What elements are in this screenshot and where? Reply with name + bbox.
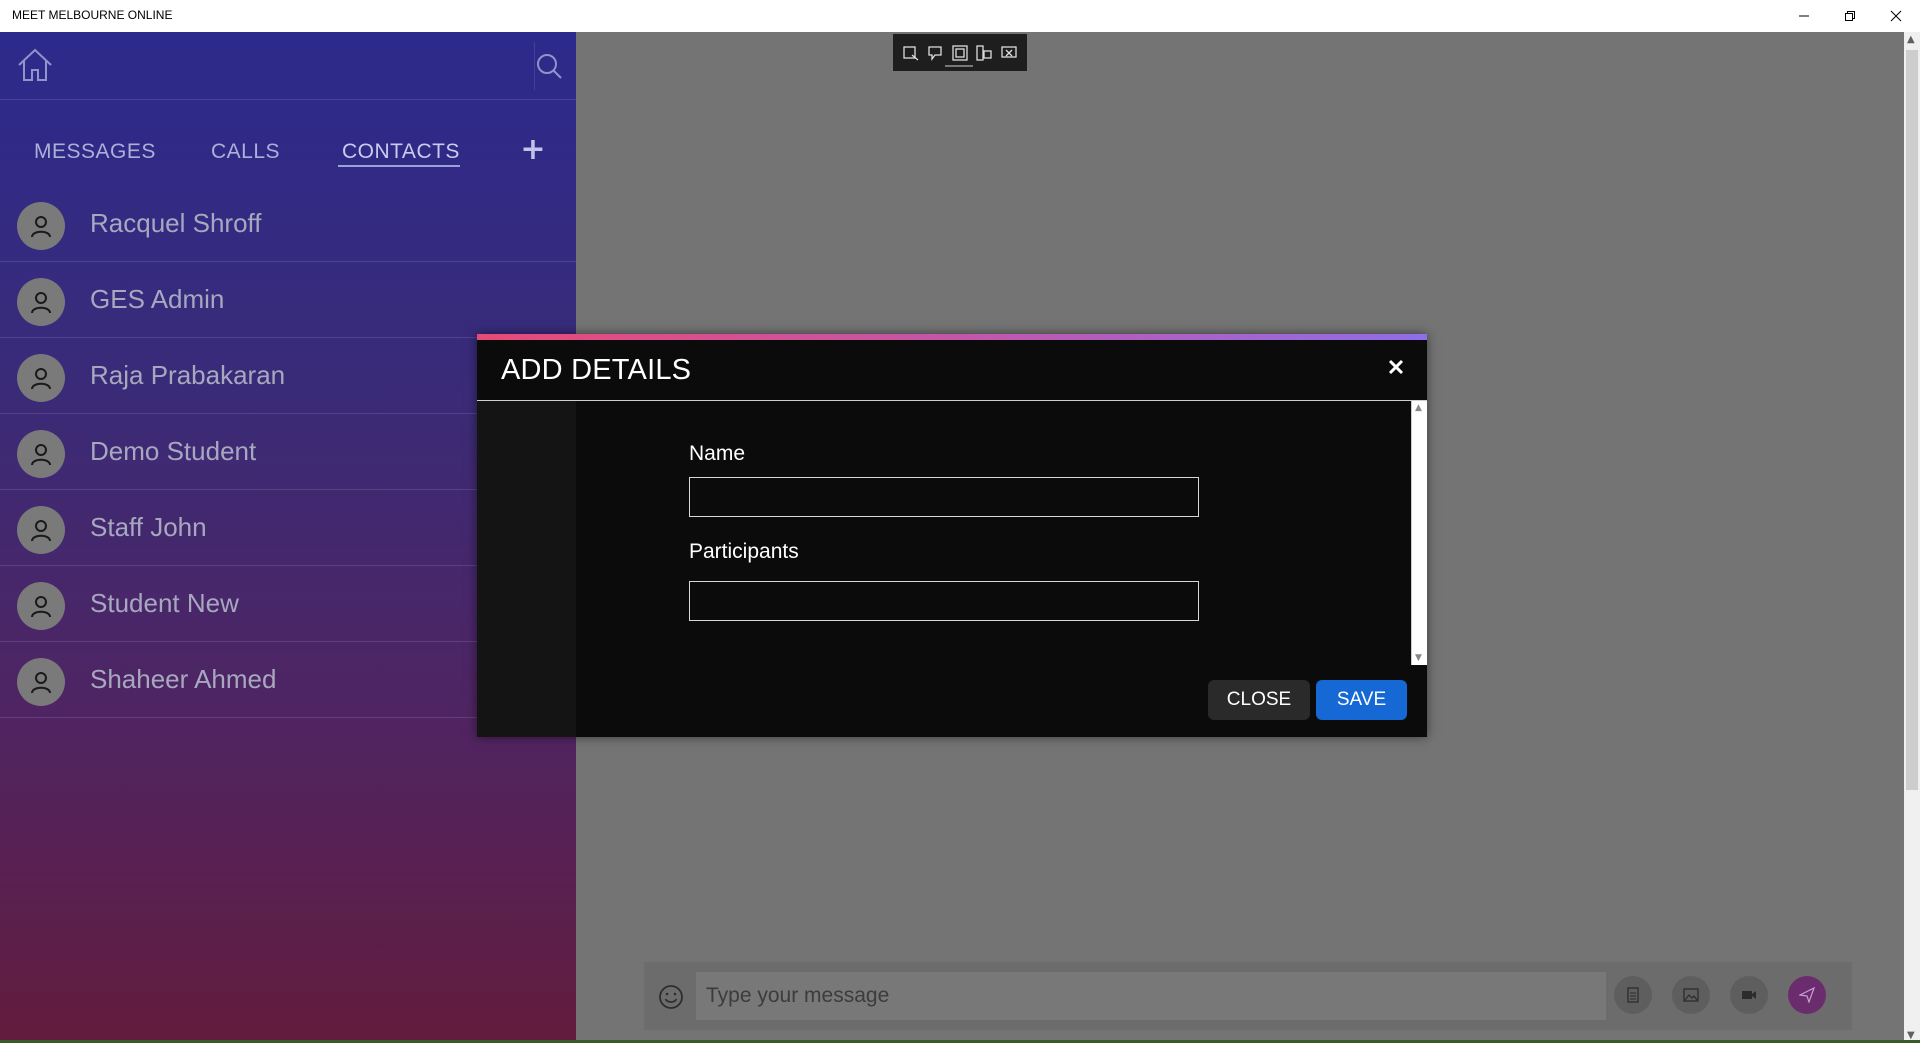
window-snip-icon[interactable] — [951, 44, 969, 62]
avatar — [17, 430, 65, 478]
search-icon[interactable] — [535, 52, 563, 80]
user-icon — [31, 292, 51, 314]
close-icon[interactable] — [1383, 354, 1409, 380]
avatar — [17, 202, 65, 250]
tab-calls[interactable]: CALLS — [211, 132, 280, 172]
save-button[interactable]: SAVE — [1316, 680, 1407, 720]
add-details-dialog: ADD DETAILS Name Participants ▲ ▼ CLOSE … — [477, 334, 1427, 737]
dialog-scrollbar[interactable]: ▲ ▼ — [1411, 401, 1427, 665]
name-field[interactable] — [689, 477, 1199, 517]
restore-icon — [1845, 11, 1855, 21]
window-close-button[interactable] — [1873, 0, 1919, 32]
contact-name: GES Admin — [90, 284, 225, 314]
restore-button[interactable] — [1827, 0, 1873, 32]
dialog-title: ADD DETAILS — [501, 354, 692, 386]
user-icon — [31, 368, 51, 390]
avatar — [17, 582, 65, 630]
divider — [477, 400, 1427, 401]
message-composer — [644, 962, 1852, 1030]
attach-file-button[interactable] — [1614, 976, 1652, 1014]
close-snip-icon[interactable] — [1000, 44, 1018, 62]
emoji-icon[interactable] — [658, 984, 684, 1010]
minimize-button[interactable] — [1781, 0, 1827, 32]
contact-name: Raja Prabakaran — [90, 360, 286, 390]
minimize-icon — [1799, 15, 1809, 17]
avatar — [17, 278, 65, 326]
home-icon[interactable] — [16, 46, 54, 84]
dialog-accent-bar — [477, 334, 1427, 340]
contact-name: Student New — [90, 588, 239, 618]
participants-field[interactable] — [689, 581, 1199, 621]
user-icon — [31, 672, 51, 694]
active-tool-indicator — [945, 65, 973, 67]
scroll-up-icon[interactable]: ▲ — [1907, 34, 1915, 45]
freeform-snip-icon[interactable] — [927, 44, 945, 62]
contact-name: Racquel Shroff — [90, 208, 262, 238]
participants-label: Participants — [689, 540, 799, 563]
window-scrollbar[interactable]: ▲ ▼ — [1904, 32, 1920, 1043]
contact-name: Staff John — [90, 512, 207, 542]
dialog-body-margin — [477, 401, 576, 737]
fullscreen-snip-icon[interactable] — [975, 44, 993, 62]
close-button[interactable]: CLOSE — [1208, 680, 1310, 720]
avatar — [17, 354, 65, 402]
rectangle-snip-icon[interactable] — [902, 44, 920, 62]
scroll-up-icon[interactable]: ▲ — [1415, 403, 1422, 413]
video-icon — [1742, 991, 1756, 999]
list-item[interactable]: Racquel Shroff — [0, 186, 576, 262]
avatar — [17, 658, 65, 706]
image-icon — [1683, 988, 1699, 1002]
avatar — [17, 506, 65, 554]
user-icon — [31, 596, 51, 618]
contact-name: Shaheer Ahmed — [90, 664, 277, 694]
sidebar-header — [0, 32, 576, 100]
tab-messages[interactable]: MESSAGES — [34, 132, 156, 172]
send-icon — [1799, 987, 1815, 1003]
add-contact-button[interactable]: + — [520, 130, 546, 170]
attach-image-button[interactable] — [1672, 976, 1710, 1014]
close-icon — [1890, 10, 1902, 22]
name-label: Name — [689, 442, 746, 465]
sidebar-tabs: MESSAGES CALLS CONTACTS — [0, 132, 576, 192]
scroll-down-icon[interactable]: ▼ — [1415, 653, 1422, 663]
snip-toolbar — [893, 34, 1027, 71]
file-icon — [1627, 987, 1639, 1003]
attach-video-button[interactable] — [1730, 976, 1768, 1014]
user-icon — [31, 520, 51, 542]
active-tab-indicator — [338, 165, 460, 167]
window-titlebar: MEET MELBOURNE ONLINE — [0, 0, 1920, 32]
contact-name: Demo Student — [90, 436, 257, 466]
send-button[interactable] — [1788, 976, 1826, 1014]
user-icon — [31, 216, 51, 238]
app-title: MEET MELBOURNE ONLINE — [12, 8, 173, 22]
user-icon — [31, 444, 51, 466]
list-item[interactable]: GES Admin — [0, 262, 576, 338]
message-input[interactable] — [696, 972, 1606, 1020]
scrollbar-thumb[interactable] — [1906, 50, 1918, 790]
